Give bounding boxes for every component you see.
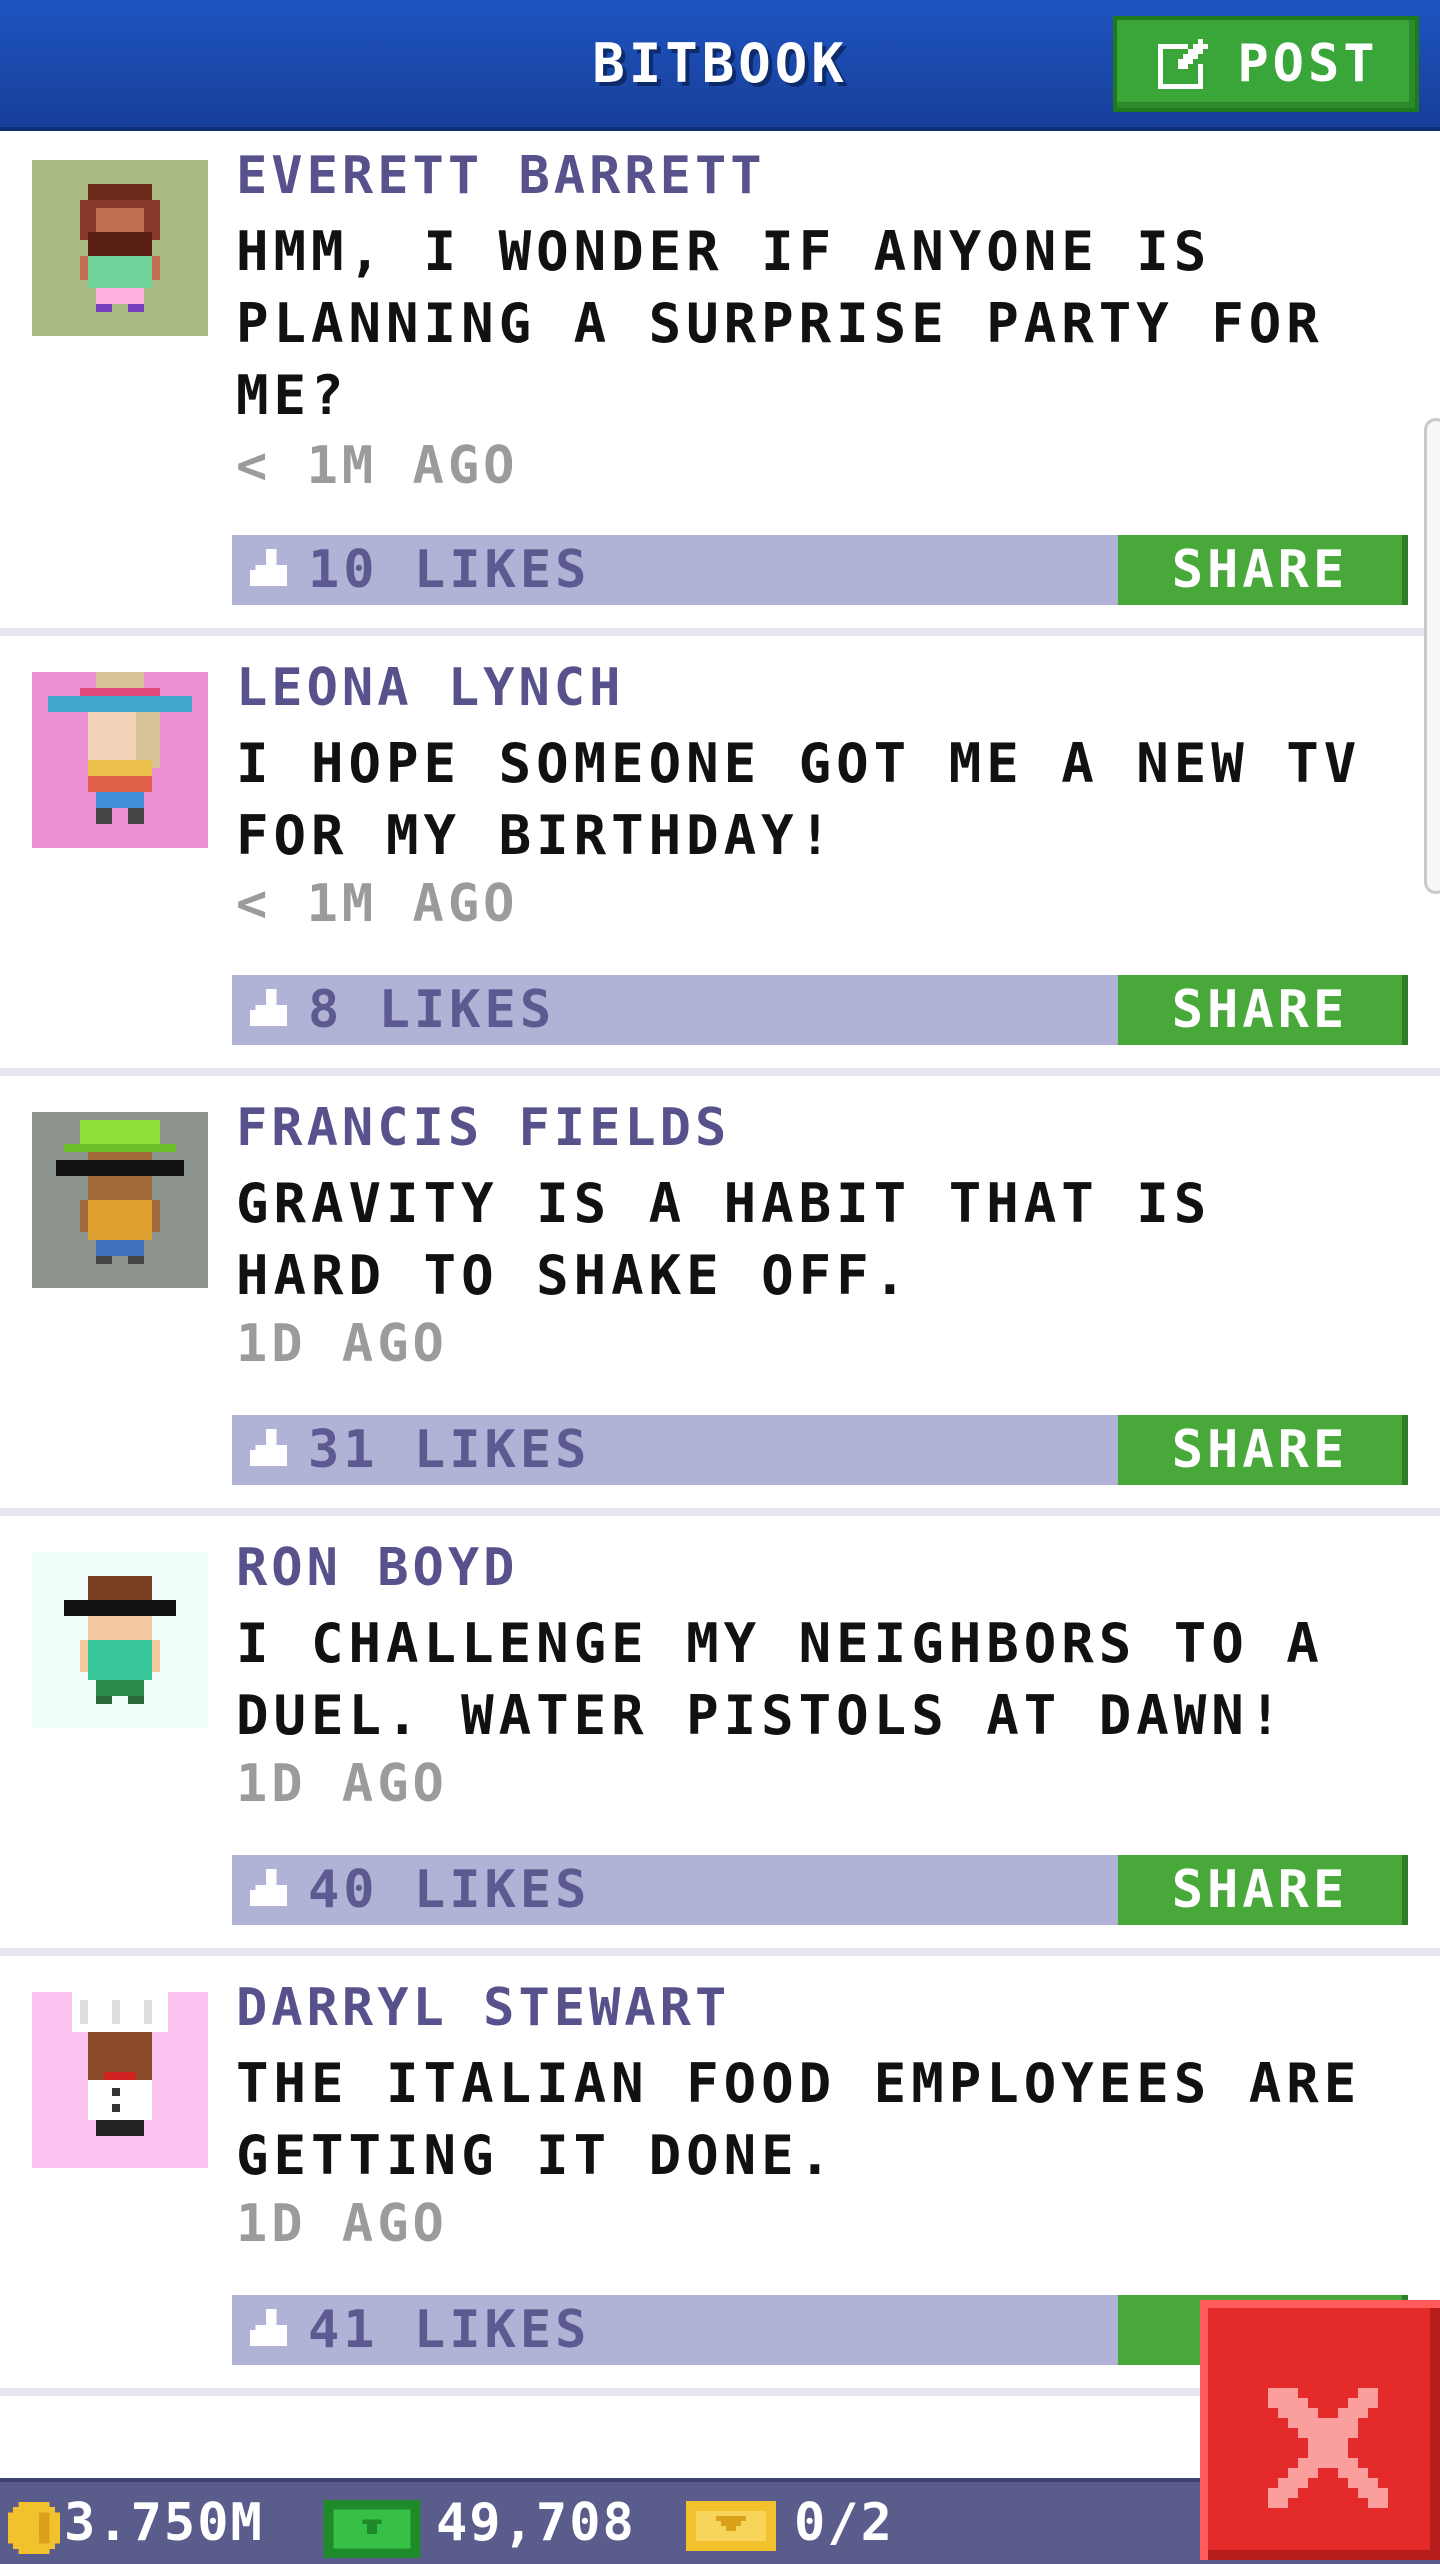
like-bar: 31 LIKES SHARE (232, 1415, 1408, 1485)
edit-icon (1158, 39, 1209, 89)
post-button[interactable]: POST (1113, 16, 1419, 112)
post-text: I CHALLENGE MY NEIGHBORS TO A DUEL. WATE… (236, 1612, 1324, 1747)
post-button-label: POST (1237, 34, 1379, 94)
divider (0, 628, 1440, 636)
ticket-icon (686, 2501, 776, 2551)
scrollbar[interactable] (1424, 418, 1440, 894)
likes-count: 41 LIKES (308, 2300, 591, 2360)
post-author[interactable]: DARRYL STEWART (236, 1978, 730, 2038)
avatar (32, 160, 208, 336)
thumb-up-icon[interactable] (250, 1869, 292, 1911)
thumb-up-icon[interactable] (250, 2309, 292, 2351)
like-bar: 10 LIKES SHARE (232, 535, 1408, 605)
like-bar: 8 LIKES SHARE (232, 975, 1408, 1045)
avatar (32, 672, 208, 848)
post-time: 1D AGO (236, 1754, 448, 1814)
post-time: 1D AGO (236, 1314, 448, 1374)
post-text: HMM, I WONDER IF ANYONE IS PLANNING A SU… (236, 220, 1324, 427)
cash-icon (323, 2500, 421, 2558)
divider (0, 1508, 1440, 1516)
post-author[interactable]: RON BOYD (236, 1538, 518, 1598)
coin-icon (8, 2502, 60, 2554)
likes-count: 10 LIKES (308, 540, 591, 600)
post-author[interactable]: EVERETT BARRETT (236, 146, 766, 206)
share-button[interactable]: SHARE (1118, 535, 1408, 605)
post-text: GRAVITY IS A HABIT THAT IS HARD TO SHAKE… (236, 1172, 1212, 1307)
thumb-up-icon[interactable] (250, 989, 292, 1031)
thumb-up-icon[interactable] (250, 1429, 292, 1471)
post-time: < 1M AGO (236, 874, 519, 934)
close-button[interactable] (1200, 2300, 1440, 2560)
post-time: 1D AGO (236, 2194, 448, 2254)
tickets-count: 0/2 (794, 2493, 894, 2553)
post-text: THE ITALIAN FOOD EMPLOYEES ARE GETTING I… (236, 2052, 1362, 2187)
close-icon (1268, 2388, 1388, 2508)
bux-count: 49,708 (436, 2493, 636, 2553)
coins-count: 3.750M (64, 2493, 264, 2553)
divider (0, 1948, 1440, 1956)
likes-count: 31 LIKES (308, 1420, 591, 1480)
share-button[interactable]: SHARE (1118, 1415, 1408, 1485)
share-button[interactable]: SHARE (1118, 975, 1408, 1045)
post-author[interactable]: FRANCIS FIELDS (236, 1098, 730, 1158)
likes-count: 8 LIKES (308, 980, 556, 1040)
app-header: BITBOOK POST (0, 0, 1440, 131)
post-text: I HOPE SOMEONE GOT ME A NEW TV FOR MY BI… (236, 732, 1362, 867)
like-bar: 40 LIKES SHARE (232, 1855, 1408, 1925)
divider (0, 1068, 1440, 1076)
post-author[interactable]: LEONA LYNCH (236, 658, 624, 718)
avatar (32, 1992, 208, 2168)
avatar (32, 1112, 208, 1288)
avatar (32, 1552, 208, 1728)
post-time: < 1M AGO (236, 436, 519, 496)
share-button[interactable]: SHARE (1118, 1855, 1408, 1925)
likes-count: 40 LIKES (308, 1860, 591, 1920)
thumb-up-icon[interactable] (250, 549, 292, 591)
